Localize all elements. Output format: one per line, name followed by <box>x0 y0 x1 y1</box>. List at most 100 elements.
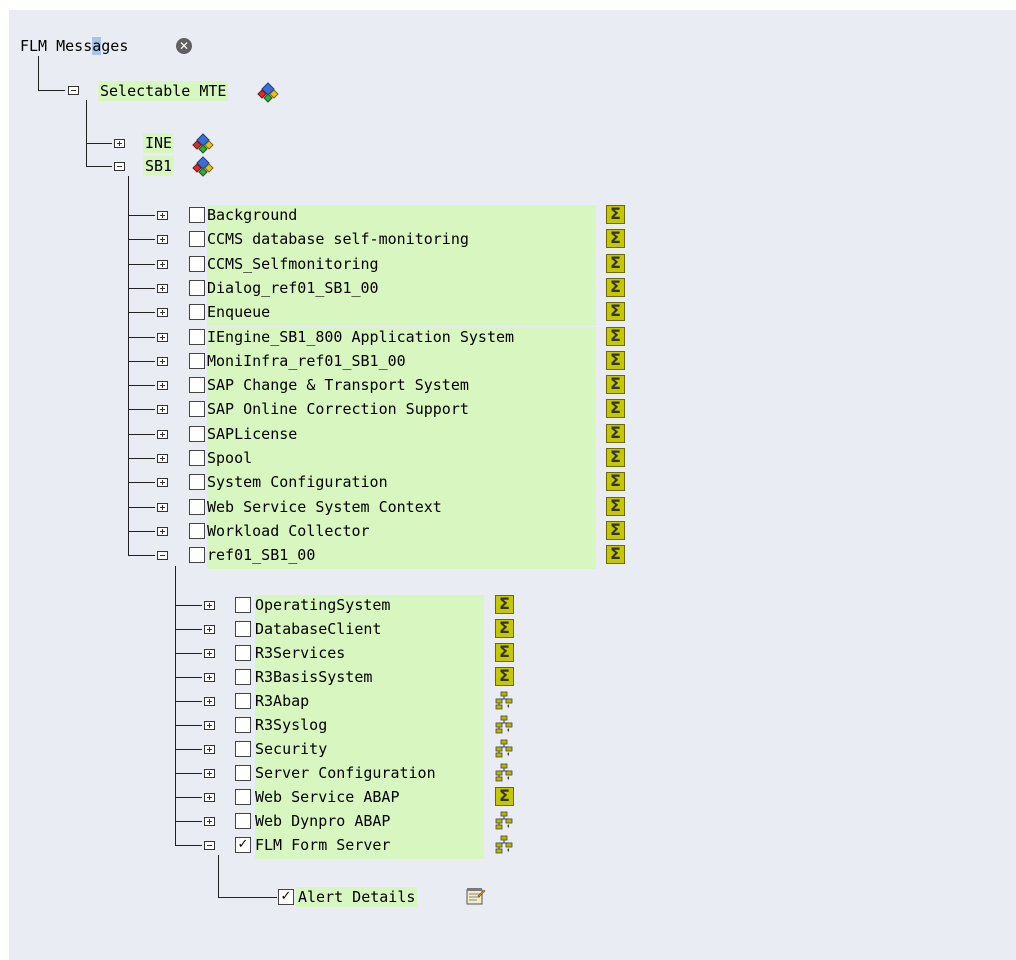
tree-node-label[interactable]: Security <box>255 739 484 763</box>
node-checkbox[interactable] <box>189 328 205 345</box>
node-checkbox[interactable] <box>235 621 251 637</box>
expand-icon[interactable] <box>157 332 168 342</box>
expand-icon[interactable] <box>157 308 168 318</box>
collapse-icon[interactable] <box>157 551 168 561</box>
node-checkbox[interactable] <box>189 207 205 223</box>
collapse-icon[interactable] <box>204 841 215 850</box>
node-checkbox[interactable]: ✓ <box>235 837 251 853</box>
node-selectable-mte[interactable]: Selectable MTE <box>98 81 229 101</box>
node-checkbox[interactable] <box>235 789 251 805</box>
sigma-icon: Σ <box>606 350 625 370</box>
expand-icon[interactable] <box>157 356 168 366</box>
node-checkbox[interactable] <box>189 547 205 564</box>
expand-icon[interactable] <box>157 502 168 512</box>
tree-node-label[interactable]: ref01_SB1_00 <box>207 545 596 570</box>
tree-node-label[interactable]: R3Syslog <box>255 715 484 739</box>
tree-line <box>38 56 39 91</box>
root-node-label[interactable]: FLM Messages <box>20 36 128 56</box>
expand-icon[interactable] <box>204 697 215 706</box>
node-checkbox[interactable] <box>189 401 205 418</box>
node-checkbox[interactable] <box>189 352 205 369</box>
tree-node-label[interactable]: IEngine_SB1_800 Application System <box>207 326 596 351</box>
expand-icon[interactable] <box>204 769 215 778</box>
tree-node-label[interactable]: SAPLicense <box>207 423 596 448</box>
tree-line <box>128 239 155 241</box>
expand-icon[interactable] <box>204 793 215 802</box>
node-checkbox[interactable] <box>189 425 205 442</box>
node-checkbox[interactable] <box>235 717 251 733</box>
tree-node-label[interactable]: Enqueue <box>207 302 596 327</box>
tree-node-label[interactable]: OperatingSystem <box>255 595 484 619</box>
node-checkbox[interactable] <box>189 474 205 491</box>
expand-icon[interactable] <box>157 526 168 536</box>
expand-icon[interactable] <box>204 601 215 610</box>
tree-node-label[interactable]: Web Service ABAP <box>255 787 484 811</box>
node-checkbox[interactable] <box>189 450 205 466</box>
expand-icon[interactable] <box>204 721 215 730</box>
expand-icon[interactable] <box>157 211 168 220</box>
node-checkbox[interactable] <box>189 304 205 321</box>
tree-node-label[interactable]: Workload Collector <box>207 520 596 546</box>
node-checkbox[interactable] <box>235 645 251 661</box>
collection-tree-icon <box>495 763 513 782</box>
tree-line <box>128 263 155 265</box>
tree-node-label[interactable]: CCMS database self-monitoring <box>207 229 596 254</box>
tree-node-label[interactable]: R3Abap <box>255 691 484 715</box>
node-checkbox[interactable] <box>235 765 251 781</box>
expand-icon[interactable] <box>204 673 215 682</box>
tree-node-label[interactable]: MoniInfra_ref01_SB1_00 <box>207 350 596 376</box>
tree-node-label[interactable]: Web Dynpro ABAP <box>255 811 484 835</box>
expand-icon[interactable] <box>204 625 215 634</box>
node-checkbox[interactable] <box>189 498 205 515</box>
tree-node-label[interactable]: Dialog_ref01_SB1_00 <box>207 277 596 303</box>
tree-node-label[interactable]: SAP Change & Transport System <box>207 375 596 400</box>
expand-icon[interactable] <box>157 235 168 245</box>
expand-icon[interactable] <box>157 283 168 293</box>
node-alert-details[interactable]: Alert Details <box>296 887 418 907</box>
tree-line <box>128 215 155 216</box>
expand-icon[interactable] <box>157 259 168 269</box>
object-tree-icon <box>257 82 279 103</box>
expand-icon[interactable] <box>157 454 168 463</box>
close-icon[interactable]: ✕ <box>176 38 192 54</box>
tree-node-label[interactable]: DatabaseClient <box>255 619 484 643</box>
node-checkbox[interactable] <box>189 231 205 248</box>
tree-node-label[interactable]: CCMS_Selfmonitoring <box>207 253 596 278</box>
tree-node-label[interactable]: Spool <box>207 448 596 473</box>
collapse-icon[interactable] <box>114 162 125 171</box>
tree-line <box>175 821 202 822</box>
alert-details-checkbox[interactable]: ✓ <box>278 889 294 905</box>
tree-node-label[interactable]: R3BasisSystem <box>255 667 484 691</box>
node-checkbox[interactable] <box>189 522 205 539</box>
tree-node-label[interactable]: Server Configuration <box>255 763 484 787</box>
node-ine[interactable]: INE <box>143 133 175 153</box>
tree-canvas: FLM Messages ✕ Selectable MTE INE SB1 Ba… <box>9 10 1016 960</box>
sigma-icon: Σ <box>495 643 514 662</box>
tree-node-label[interactable]: Web Service System Context <box>207 496 596 521</box>
tree-node-label[interactable]: Background <box>207 205 596 230</box>
tree-node-label[interactable]: SAP Online Correction Support <box>207 399 596 424</box>
node-checkbox[interactable] <box>189 279 205 296</box>
tree-node-label[interactable]: System Configuration <box>207 472 596 497</box>
tree-line <box>128 482 155 484</box>
node-checkbox[interactable] <box>189 377 205 394</box>
expand-icon[interactable] <box>204 817 215 826</box>
node-checkbox[interactable] <box>235 813 251 829</box>
sigma-icon: Σ <box>495 667 514 686</box>
node-sb1[interactable]: SB1 <box>143 156 175 176</box>
expand-icon[interactable] <box>157 405 168 415</box>
node-checkbox[interactable] <box>235 669 251 685</box>
node-checkbox[interactable] <box>235 693 251 709</box>
tree-node-label[interactable]: FLM Form Server <box>255 835 484 859</box>
collapse-icon[interactable] <box>68 86 79 95</box>
expand-icon[interactable] <box>157 429 168 439</box>
node-checkbox[interactable] <box>189 255 205 272</box>
expand-icon[interactable] <box>157 381 168 391</box>
node-checkbox[interactable] <box>235 597 251 613</box>
expand-icon[interactable] <box>157 478 168 488</box>
expand-icon[interactable] <box>204 649 215 658</box>
expand-icon[interactable] <box>114 139 125 148</box>
expand-icon[interactable] <box>204 745 215 754</box>
node-checkbox[interactable] <box>235 741 251 757</box>
tree-node-label[interactable]: R3Services <box>255 643 484 667</box>
